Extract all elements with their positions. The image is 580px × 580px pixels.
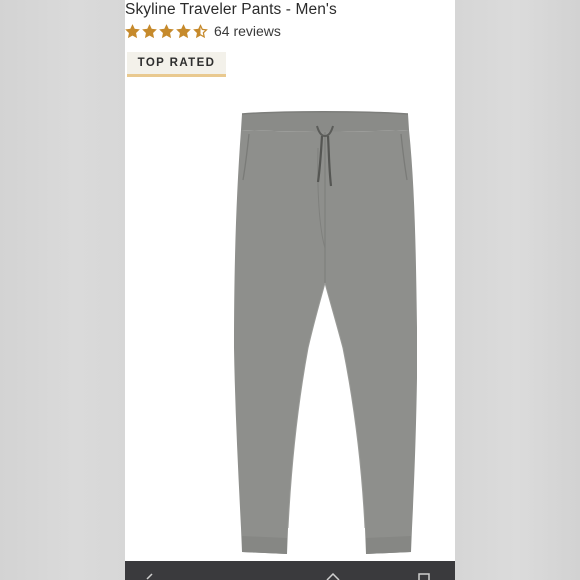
star-full-icon [125, 23, 140, 38]
screenshot-frame: Skyline Traveler Pants - Men's 64 review… [0, 0, 580, 580]
mobile-screen: Skyline Traveler Pants - Men's 64 review… [125, 0, 455, 580]
back-icon[interactable] [143, 573, 157, 580]
product-image-pants[interactable] [225, 108, 425, 558]
tabs-icon[interactable] [417, 573, 431, 580]
blurred-background-right [455, 0, 580, 580]
blurred-background-left [0, 0, 125, 580]
gray-jogger-pants-image [234, 111, 417, 554]
top-rated-badge: TOP RATED [127, 52, 226, 77]
badge-label: TOP RATED [137, 57, 216, 69]
product-title[interactable]: Skyline Traveler Pants - Men's [125, 1, 337, 19]
star-full-icon [176, 23, 191, 38]
star-full-icon [142, 23, 157, 38]
star-half-icon [193, 23, 208, 38]
home-icon[interactable] [326, 573, 340, 580]
reviews-link[interactable]: 64 reviews [214, 23, 281, 39]
star-rating [125, 23, 210, 39]
bottom-navigation-bar [125, 561, 455, 580]
rating-row[interactable]: 64 reviews [125, 21, 281, 41]
star-full-icon [159, 23, 174, 38]
